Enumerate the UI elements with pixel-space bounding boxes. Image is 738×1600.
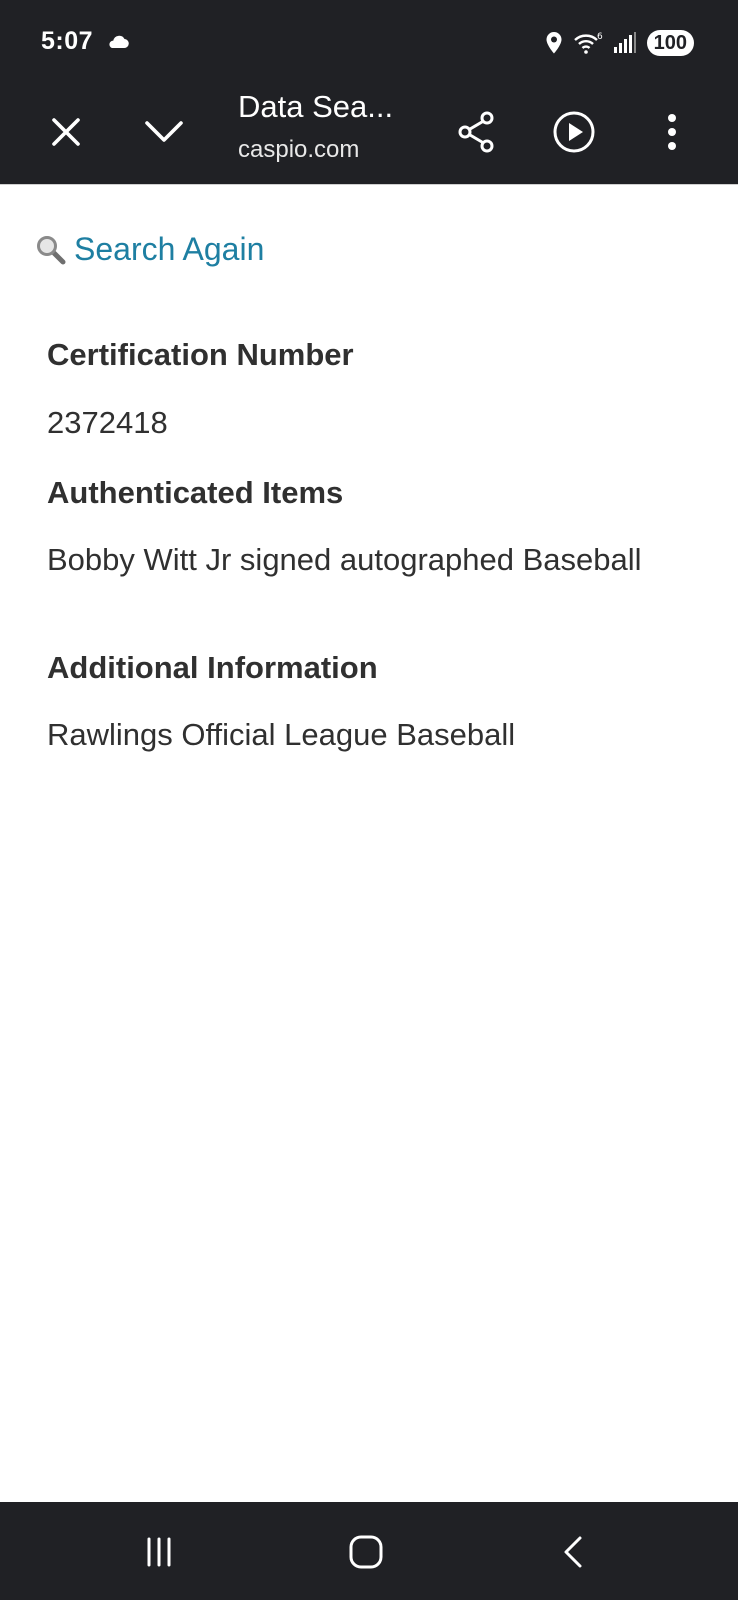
- additional-information-value: Rawlings Official League Baseball: [47, 717, 516, 752]
- certification-number-label: Certification Number: [47, 337, 354, 372]
- authenticated-items-label: Authenticated Items: [47, 475, 344, 510]
- share-button[interactable]: [448, 104, 504, 160]
- wifi-icon: 6: [573, 32, 603, 54]
- cloud-icon: [109, 35, 129, 49]
- home-icon: [349, 1535, 383, 1569]
- status-icons: 6 100: [545, 28, 694, 58]
- search-again-link[interactable]: Search Again: [34, 231, 264, 268]
- page-title: Data Sea...: [238, 89, 394, 124]
- status-bar: 5:07 6 100: [0, 0, 738, 84]
- signal-icon: [613, 32, 636, 53]
- home-button[interactable]: [340, 1526, 392, 1578]
- page-content: Search Again Certification Number 237241…: [0, 185, 738, 1502]
- authenticated-items-value: Bobby Witt Jr signed autographed Basebal…: [47, 542, 642, 577]
- back-button[interactable]: [547, 1526, 599, 1578]
- more-vert-icon: [668, 114, 676, 150]
- magnifier-icon: [37, 235, 66, 264]
- recent-apps-button[interactable]: [133, 1526, 185, 1578]
- back-icon: [564, 1536, 582, 1568]
- status-time: 5:07: [41, 27, 94, 55]
- browser-toolbar: Data Sea... caspio.com: [0, 84, 738, 184]
- close-icon: [52, 118, 80, 146]
- recents-icon: [147, 1537, 171, 1567]
- listen-button[interactable]: [546, 104, 602, 160]
- chevron-down-icon: [145, 121, 183, 142]
- system-navigation-bar: [0, 1502, 738, 1600]
- play-circle-icon: [553, 111, 595, 153]
- certification-number-value: 2372418: [47, 405, 168, 440]
- location-icon: [546, 32, 562, 54]
- page-url: caspio.com: [238, 136, 360, 163]
- battery-indicator: 100: [646, 30, 694, 56]
- minimize-tab-button[interactable]: [136, 104, 192, 160]
- close-tab-button[interactable]: [38, 104, 94, 160]
- share-icon: [458, 111, 494, 153]
- more-options-button[interactable]: [644, 104, 700, 160]
- additional-information-label: Additional Information: [47, 650, 378, 685]
- search-again-label[interactable]: Search Again: [74, 231, 264, 268]
- svg-text:6: 6: [597, 32, 603, 42]
